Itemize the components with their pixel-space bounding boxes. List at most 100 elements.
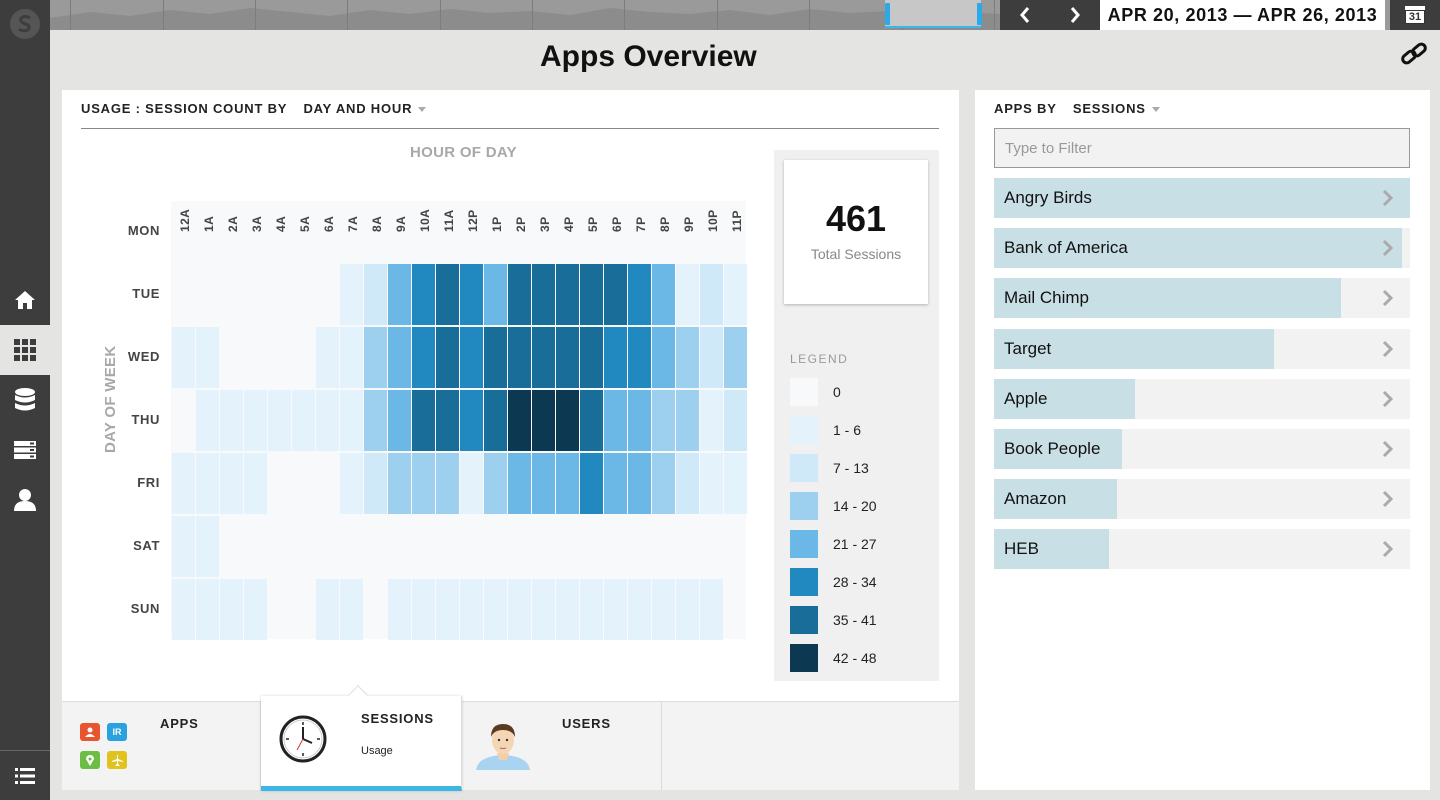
heatmap-cell[interactable] (700, 579, 723, 640)
heatmap-cell[interactable] (628, 327, 651, 388)
heatmap-cell[interactable] (364, 453, 387, 514)
group-by-select[interactable]: DAY AND HOUR (303, 101, 427, 116)
heatmap-cell[interactable] (676, 453, 699, 514)
heatmap-cell[interactable] (652, 327, 675, 388)
heatmap-cell[interactable] (580, 579, 603, 640)
heatmap-cell[interactable] (604, 579, 627, 640)
heatmap-cell[interactable] (388, 264, 411, 325)
heatmap-cell[interactable] (316, 579, 339, 640)
heatmap-cell[interactable] (508, 579, 531, 640)
heatmap-cell[interactable] (532, 264, 555, 325)
heatmap-cell[interactable] (436, 327, 459, 388)
heatmap-cell[interactable] (436, 579, 459, 640)
heatmap-cell[interactable] (388, 390, 411, 451)
heatmap-cell[interactable] (532, 390, 555, 451)
sidebar-item-data[interactable] (0, 375, 50, 425)
heatmap-cell[interactable] (460, 264, 483, 325)
heatmap-cell[interactable] (196, 516, 219, 577)
timeline-left-handle[interactable] (885, 3, 890, 25)
app-row[interactable]: Bank of America (994, 228, 1410, 269)
date-range[interactable]: APR 20, 2013 — APR 26, 2013 (1100, 0, 1385, 30)
sidebar-item-servers[interactable] (0, 425, 50, 475)
heatmap-cell[interactable] (604, 264, 627, 325)
heatmap-cell[interactable] (172, 579, 195, 640)
heatmap-cell[interactable] (700, 453, 723, 514)
heatmap-cell[interactable] (172, 327, 195, 388)
heatmap-cell[interactable] (316, 390, 339, 451)
heatmap-cell[interactable] (412, 390, 435, 451)
heatmap-cell[interactable] (724, 327, 747, 388)
calendar-button[interactable]: 31 (1390, 0, 1440, 30)
heatmap-cell[interactable] (340, 390, 363, 451)
heatmap-cell[interactable] (652, 579, 675, 640)
heatmap-cell[interactable] (724, 390, 747, 451)
heatmap-cell[interactable] (700, 390, 723, 451)
heatmap-cell[interactable] (292, 390, 315, 451)
heatmap-cell[interactable] (412, 579, 435, 640)
heatmap-cell[interactable] (172, 516, 195, 577)
app-row[interactable]: Angry Birds (994, 178, 1410, 218)
heatmap-cell[interactable] (340, 264, 363, 325)
heatmap-cell[interactable] (484, 327, 507, 388)
app-row[interactable]: Mail Chimp (994, 278, 1410, 319)
heatmap-cell[interactable] (244, 579, 267, 640)
heatmap-cell[interactable] (604, 327, 627, 388)
heatmap-cell[interactable] (604, 390, 627, 451)
heatmap-cell[interactable] (676, 390, 699, 451)
heatmap-cell[interactable] (700, 327, 723, 388)
heatmap-cell[interactable] (220, 453, 243, 514)
heatmap-cell[interactable] (628, 453, 651, 514)
heatmap-cell[interactable] (484, 264, 507, 325)
heatmap-cell[interactable] (220, 579, 243, 640)
heatmap-cell[interactable] (268, 390, 291, 451)
heatmap-cell[interactable] (244, 390, 267, 451)
sidebar-item-apps[interactable] (0, 325, 50, 375)
tab-apps[interactable]: IR APPS (62, 702, 261, 791)
heatmap-cell[interactable] (196, 579, 219, 640)
prev-week-button[interactable] (1000, 0, 1050, 30)
heatmap-cell[interactable] (484, 453, 507, 514)
heatmap-cell[interactable] (652, 264, 675, 325)
heatmap-cell[interactable] (676, 579, 699, 640)
app-row[interactable]: HEB (994, 529, 1410, 570)
heatmap-cell[interactable] (508, 327, 531, 388)
heatmap-cell[interactable] (388, 327, 411, 388)
timeline-scrubber[interactable] (50, 0, 1000, 30)
heatmap-cell[interactable] (532, 579, 555, 640)
heatmap-cell[interactable] (388, 453, 411, 514)
heatmap-cell[interactable] (364, 390, 387, 451)
apps-sort-select[interactable]: SESSIONS (1073, 101, 1160, 116)
heatmap-cell[interactable] (676, 327, 699, 388)
heatmap-cell[interactable] (580, 390, 603, 451)
heatmap-cell[interactable] (436, 264, 459, 325)
tab-users[interactable]: USERS (462, 702, 662, 791)
heatmap-cell[interactable] (484, 579, 507, 640)
heatmap-cell[interactable] (196, 327, 219, 388)
heatmap-cell[interactable] (340, 327, 363, 388)
heatmap-cell[interactable] (580, 453, 603, 514)
heatmap-cell[interactable] (556, 327, 579, 388)
heatmap-cell[interactable] (556, 453, 579, 514)
app-row[interactable]: Book People (994, 429, 1410, 469)
app-row[interactable]: Amazon (994, 479, 1410, 520)
heatmap-cell[interactable] (676, 264, 699, 325)
app-row[interactable]: Apple (994, 378, 1410, 419)
heatmap-cell[interactable] (532, 453, 555, 514)
app-filter-input[interactable] (994, 128, 1410, 168)
heatmap-cell[interactable] (556, 264, 579, 325)
heatmap-cell[interactable] (724, 453, 747, 514)
heatmap-cell[interactable] (460, 390, 483, 451)
heatmap-cell[interactable] (652, 453, 675, 514)
heatmap-cell[interactable] (460, 453, 483, 514)
tab-sessions[interactable]: SESSIONS Usage (261, 685, 462, 791)
heatmap-cell[interactable] (604, 453, 627, 514)
next-week-button[interactable] (1050, 0, 1100, 30)
share-link-button[interactable] (1400, 42, 1428, 71)
heatmap-cell[interactable] (340, 453, 363, 514)
heatmap-cell[interactable] (508, 264, 531, 325)
heatmap-cell[interactable] (652, 390, 675, 451)
sidebar-item-users[interactable] (0, 475, 50, 525)
heatmap-cell[interactable] (700, 264, 723, 325)
heatmap-cell[interactable] (628, 579, 651, 640)
heatmap-cell[interactable] (436, 453, 459, 514)
